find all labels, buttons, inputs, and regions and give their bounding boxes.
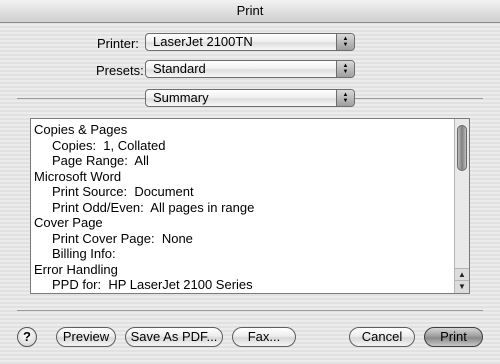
summary-item: Print Odd/Even: All pages in range [52, 199, 255, 215]
summary-section-heading: Microsoft Word [34, 168, 122, 184]
pane-selector-value: Summary [153, 90, 209, 105]
updown-arrows-icon: ▲ ▼ [336, 34, 354, 50]
summary-section-heading: Cover Page [34, 215, 103, 230]
separator-right [355, 98, 483, 99]
window-title: Print [0, 0, 500, 23]
printer-popup[interactable]: LaserJet 2100TN ▲ ▼ [145, 33, 355, 51]
cancel-button[interactable]: Cancel [349, 327, 415, 347]
summary-item: Page Range: All [52, 153, 149, 168]
summary-item: Copies: 1, Collated [52, 137, 166, 153]
summary-item: PPD for: HP LaserJet 2100 Series [52, 277, 253, 292]
pane-selector-popup[interactable]: Summary ▲ ▼ [145, 89, 355, 107]
vertical-scrollbar[interactable]: ▲ ▼ [454, 119, 469, 293]
preview-button[interactable]: Preview [56, 327, 116, 347]
save-as-pdf-button[interactable]: Save As PDF... [125, 327, 223, 347]
presets-value: Standard [153, 61, 206, 76]
scroll-thumb[interactable] [457, 125, 467, 171]
summary-section-heading: Copies & Pages [34, 122, 128, 137]
summary-item: Print Cover Page: None [52, 230, 193, 246]
summary-panel[interactable]: Copies & Pages Copies: 1, Collated Page Ra… [30, 118, 470, 294]
printer-value: LaserJet 2100TN [153, 34, 253, 49]
summary-list: Copies & Pages Copies: 1, Collated Page Ra… [34, 122, 449, 293]
help-button[interactable]: ? [17, 327, 37, 347]
summary-section-heading: Error Handling [34, 261, 118, 277]
bottom-separator [17, 310, 483, 311]
updown-arrows-icon: ▲ ▼ [336, 61, 354, 77]
summary-item: Billing Info: [52, 246, 116, 261]
summary-item: PostScript Errors: No special reporting [34, 293, 449, 294]
scroll-down-arrow-icon[interactable]: ▼ [455, 280, 469, 293]
printer-label: Printer: [97, 36, 139, 51]
presets-label: Presets: [96, 63, 144, 78]
updown-arrows-icon: ▲ ▼ [336, 90, 354, 106]
summary-item: Print Source: Document [52, 184, 194, 199]
fax-button[interactable]: Fax... [232, 327, 296, 347]
separator-left [17, 98, 145, 99]
print-button[interactable]: Print [424, 327, 483, 347]
presets-popup[interactable]: Standard ▲ ▼ [145, 60, 355, 78]
